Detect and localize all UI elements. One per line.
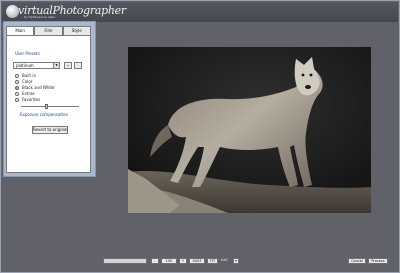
frame-input[interactable]: 0003 [189, 258, 205, 264]
tab-film[interactable]: Film [34, 26, 63, 35]
tab-main[interactable]: Main [6, 26, 35, 35]
process-button[interactable]: Process [368, 258, 388, 264]
zoom-out-button[interactable]: - [151, 258, 159, 264]
user-presets-heading: User Presets [15, 51, 40, 56]
fit-button[interactable]: FIT [207, 258, 218, 264]
radio-color[interactable]: Color [15, 79, 32, 84]
progress-bar [103, 258, 147, 264]
radio-extras[interactable]: Extras [15, 91, 35, 96]
radio-favorites[interactable]: Favorites [15, 97, 40, 102]
title-bar: virtualPhotographer by Optikvervve Labs [2, 2, 398, 22]
radio-icon[interactable] [15, 97, 19, 102]
preset-value: platinum [16, 63, 34, 68]
bottom-toolbar: - 100 + 0003 FIT half ▾ Cancel Process [103, 257, 389, 266]
radio-label: Built in [22, 73, 36, 78]
tab-style[interactable]: Style [62, 26, 91, 35]
radio-label: Extras [22, 91, 35, 96]
radio-label: Favorites [22, 97, 41, 102]
main-tab-content: User Presets platinum ▼ + - Built in Col… [6, 35, 91, 173]
chevron-down-icon: ▾ [235, 259, 237, 263]
settings-panel: Main Film Style User Presets platinum ▼ … [3, 21, 96, 177]
app-window: virtualPhotographer by Optikvervve Labs … [0, 0, 400, 273]
radio-black-and-white[interactable]: Black and White [15, 85, 55, 90]
wolf-photo-icon [128, 47, 371, 213]
half-label: half [221, 258, 228, 262]
add-preset-button[interactable]: + [64, 62, 72, 69]
exposure-slider-handle[interactable] [45, 104, 49, 109]
tab-bar: Main Film Style [6, 26, 91, 35]
radio-icon[interactable] [15, 79, 19, 84]
preset-select[interactable]: platinum ▼ [13, 62, 60, 69]
radio-label: Black and White [22, 85, 55, 90]
remove-preset-button[interactable]: - [74, 62, 82, 69]
zoom-in-button[interactable]: + [179, 258, 187, 264]
half-dropdown[interactable]: ▾ [233, 258, 239, 264]
radio-label: Color [22, 79, 33, 84]
radio-selected-icon[interactable] [15, 85, 19, 90]
radio-icon[interactable] [15, 91, 19, 96]
preview-image [128, 47, 371, 213]
radio-built-in[interactable]: Built in [15, 73, 36, 78]
cancel-button[interactable]: Cancel [348, 258, 366, 264]
zoom-input[interactable]: 100 [161, 258, 177, 264]
exposure-label: Exposure compensation [20, 112, 69, 117]
exposure-slider-track[interactable] [21, 106, 79, 107]
chevron-down-icon[interactable]: ▼ [53, 63, 59, 68]
revert-button[interactable]: Revert to original [32, 126, 68, 134]
radio-icon[interactable] [15, 73, 19, 78]
app-subtitle: by Optikvervve Labs [24, 15, 55, 19]
